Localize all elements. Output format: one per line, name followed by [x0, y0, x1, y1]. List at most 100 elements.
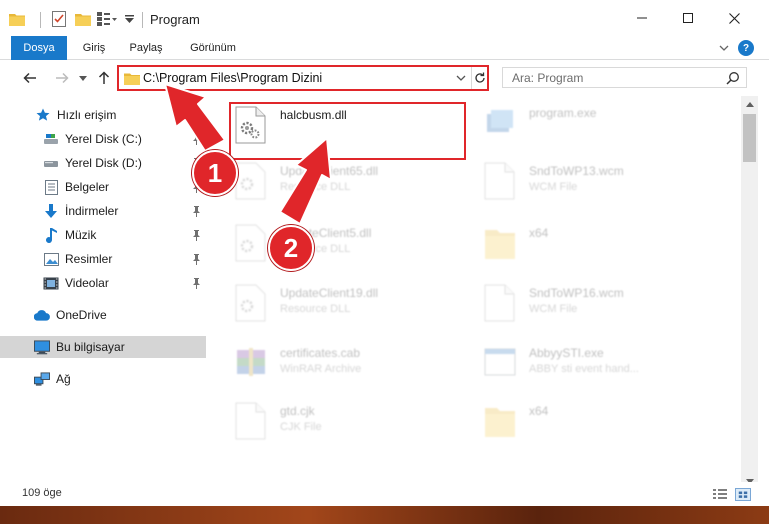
file-type: Resource DLL [280, 303, 351, 315]
file-item-abbyysti-exe[interactable]: AbbyySTI.exe ABBY sti event hand... [483, 344, 723, 388]
maximize-button[interactable] [665, 0, 711, 36]
sidebar-item-documents[interactable]: Belgeler [0, 176, 206, 198]
sidebar-item-label: Müzik [65, 228, 97, 242]
item-count: 109 öge [22, 487, 62, 499]
close-icon [728, 12, 740, 24]
file-type: WCM File [529, 303, 578, 315]
file-item-gtd-cjk[interactable]: gtd.cjk CJK File [234, 402, 464, 446]
sidebar-item-local-disk-c[interactable]: Yerel Disk (C:) [0, 128, 206, 150]
file-item-x64-folder-2[interactable]: x64 [483, 402, 723, 446]
file-item-sndtowp13-wcm[interactable]: SndToWP13.wcm WCM File [483, 162, 723, 206]
sidebar-item-label: İndirmeler [65, 204, 119, 218]
file-item-x64-folder[interactable]: x64 [483, 224, 723, 268]
tab-home[interactable]: Giriş [74, 36, 114, 60]
up-button[interactable] [93, 67, 115, 89]
file-item-program-exe[interactable]: program.exe [483, 104, 723, 148]
dll-gear-icon [235, 224, 266, 262]
documents-icon [43, 179, 59, 195]
status-bar: 109 öge [0, 482, 769, 506]
new-folder-icon[interactable] [74, 10, 92, 28]
window-title: Program [150, 12, 200, 27]
close-button[interactable] [711, 0, 757, 36]
chevron-up-icon [745, 102, 754, 107]
sidebar-item-label: Yerel Disk (C:) [65, 132, 142, 146]
customize-toolbar-icon[interactable] [124, 10, 134, 28]
file-explorer-window: Program Dosya Giriş Paylaş Görünüm ? C:\… [0, 0, 769, 524]
file-item-updateclient65-dll[interactable]: UpdateClient65.dll Resource DLL [234, 162, 464, 206]
refresh-button[interactable] [471, 67, 487, 89]
address-history-button[interactable] [454, 70, 468, 86]
scroll-up-button[interactable] [741, 96, 758, 113]
back-button[interactable] [18, 67, 42, 89]
file-name: certificates.cab [280, 346, 361, 360]
desktop-background [0, 506, 769, 524]
file-item-updateclient19-dll[interactable]: UpdateClient19.dll Resource DLL [234, 284, 464, 328]
view-options-icon[interactable] [96, 10, 118, 28]
sidebar-item-videos[interactable]: Videolar [0, 272, 206, 294]
help-icon[interactable]: ? [738, 40, 754, 56]
sidebar-item-label: OneDrive [56, 308, 107, 322]
search-icon [726, 72, 739, 85]
expand-ribbon-icon[interactable] [716, 40, 732, 56]
sidebar-item-local-disk-d[interactable]: Yerel Disk (D:) [0, 152, 206, 174]
sidebar-item-downloads[interactable]: İndirmeler [0, 200, 206, 222]
file-name: program.exe [529, 106, 597, 120]
downloads-icon [43, 203, 59, 219]
sidebar-item-onedrive[interactable]: OneDrive [0, 304, 206, 326]
winrar-icon [237, 348, 265, 376]
tab-file[interactable]: Dosya [11, 36, 67, 60]
recent-locations-button[interactable] [77, 67, 89, 89]
file-type: WinRAR Archive [280, 363, 362, 375]
navigation-bar: C:\Program Files\Program Dizini Ara: Pro… [0, 61, 769, 95]
large-icons-view-icon[interactable] [735, 488, 751, 501]
file-item-certificates-cab[interactable]: certificates.cab WinRAR Archive [234, 344, 464, 388]
app-window-icon [484, 348, 516, 376]
exe-icon [487, 110, 513, 132]
properties-icon[interactable] [50, 10, 68, 28]
file-type: ABBY sti event hand... [529, 363, 639, 375]
file-item-sndtowp16-wcm[interactable]: SndToWP16.wcm WCM File [483, 284, 723, 328]
details-view-icon[interactable] [712, 488, 728, 501]
sidebar-item-label: Belgeler [65, 180, 110, 194]
tab-share[interactable]: Paylaş [122, 36, 170, 60]
tab-view[interactable]: Görünüm [182, 36, 244, 60]
forward-button[interactable] [50, 67, 74, 89]
scrollbar-thumb[interactable] [743, 114, 756, 162]
file-type: Resource DLL [280, 181, 351, 193]
sidebar-item-this-pc[interactable]: Bu bilgisayar [0, 336, 206, 358]
sidebar-item-quick-access[interactable]: Hızlı erişim [0, 104, 206, 126]
folder-icon [485, 408, 515, 437]
vertical-scrollbar[interactable] [741, 96, 758, 490]
drive-icon [43, 155, 59, 171]
file-type: CJK File [280, 421, 322, 433]
step-badge-1: 1 [192, 150, 238, 196]
arrow-left-icon [23, 72, 36, 84]
pin-icon[interactable] [191, 133, 201, 145]
file-list: halcbusm.dll program.exe UpdateClient65.… [207, 96, 740, 490]
pin-icon[interactable] [191, 229, 201, 241]
star-icon [35, 107, 51, 123]
sidebar-item-label: Yerel Disk (D:) [65, 156, 142, 170]
onedrive-icon [34, 307, 50, 323]
drive-icon [43, 131, 59, 147]
search-input[interactable]: Ara: Program [502, 67, 747, 88]
address-bar[interactable]: C:\Program Files\Program Dizini [117, 65, 489, 91]
folder-icon [124, 73, 140, 85]
pin-icon[interactable] [191, 205, 201, 217]
pin-icon[interactable] [191, 277, 201, 289]
minimize-button[interactable] [619, 0, 665, 36]
refresh-icon [474, 72, 485, 83]
toolbar-separator [40, 12, 41, 28]
pin-icon[interactable] [191, 253, 201, 265]
dll-gear-icon [235, 284, 266, 322]
chevron-down-icon [456, 75, 466, 81]
sidebar-item-network[interactable]: Ağ [0, 368, 206, 390]
address-path[interactable]: C:\Program Files\Program Dizini [143, 71, 322, 85]
sidebar-item-pictures[interactable]: Resimler [0, 248, 206, 270]
file-name: UpdateClient19.dll [280, 286, 379, 300]
folder-icon [8, 10, 26, 28]
sidebar-item-music[interactable]: Müzik [0, 224, 206, 246]
file-name: AbbyySTI.exe [529, 346, 604, 360]
music-icon [43, 227, 59, 243]
file-name: x64 [529, 226, 549, 240]
